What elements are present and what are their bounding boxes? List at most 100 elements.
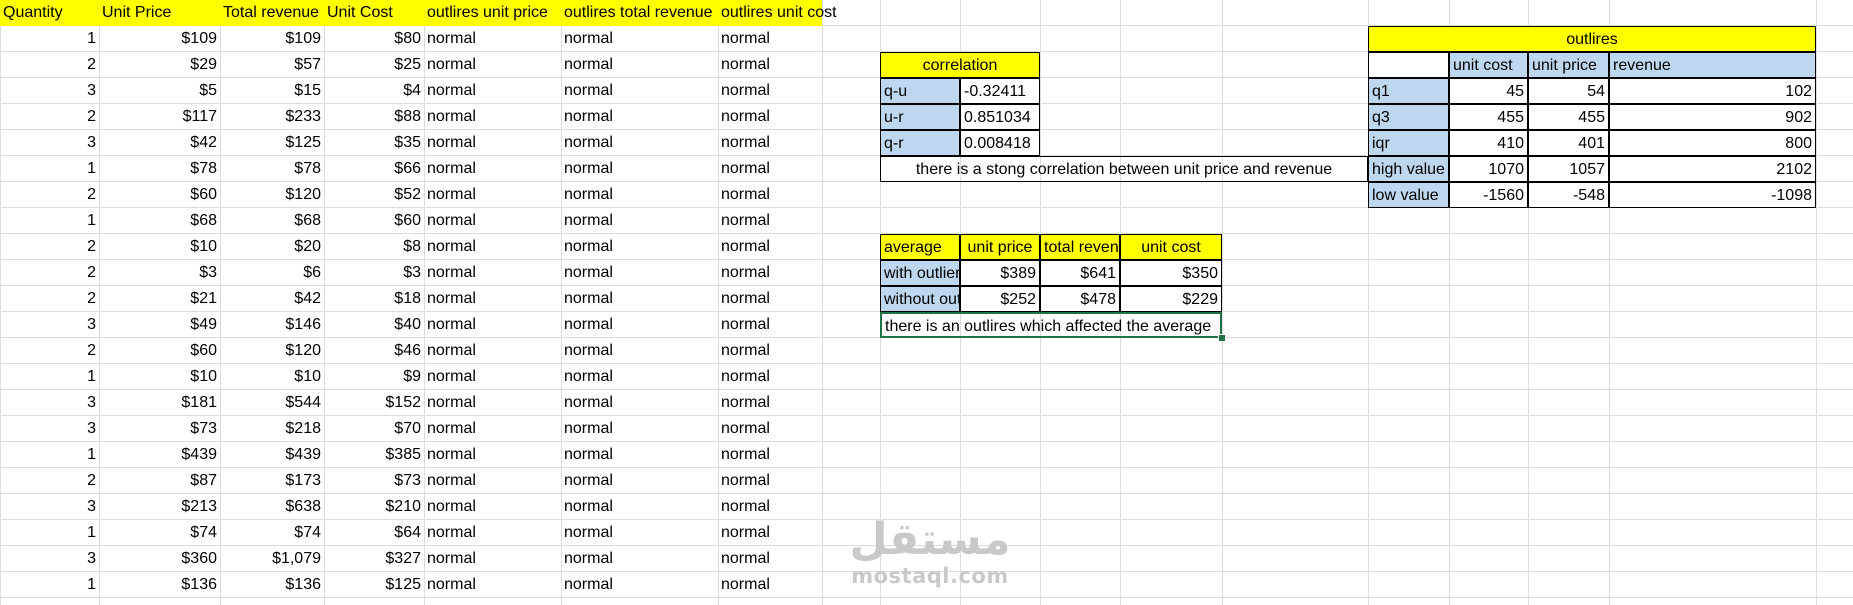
table-cell[interactable]: $18 <box>324 286 424 312</box>
table-cell[interactable]: $20 <box>220 234 324 260</box>
table-cell[interactable]: normal <box>424 442 561 468</box>
column-header[interactable]: outlires total revenue <box>561 0 718 26</box>
table-cell[interactable]: $73 <box>324 468 424 494</box>
table-cell[interactable]: $57 <box>220 52 324 78</box>
table-cell[interactable]: $80 <box>324 26 424 52</box>
correlation-value[interactable]: 0.008418 <box>960 130 1040 156</box>
table-cell[interactable]: normal <box>424 468 561 494</box>
table-cell[interactable]: $35 <box>324 130 424 156</box>
table-cell[interactable]: 3 <box>0 494 99 520</box>
table-cell[interactable]: normal <box>718 52 822 78</box>
table-cell[interactable]: $52 <box>324 182 424 208</box>
table-cell[interactable]: 1 <box>0 156 99 182</box>
outliers-column-header[interactable]: revenue <box>1609 52 1816 78</box>
table-cell[interactable]: normal <box>718 546 822 572</box>
table-cell[interactable]: normal <box>561 312 718 338</box>
correlation-value[interactable]: -0.32411 <box>960 78 1040 104</box>
correlation-title[interactable]: correlation <box>880 52 1040 78</box>
table-cell[interactable]: $60 <box>99 182 220 208</box>
outliers-value[interactable]: 800 <box>1609 130 1816 156</box>
table-cell[interactable]: normal <box>561 52 718 78</box>
table-cell[interactable]: 3 <box>0 416 99 442</box>
outliers-value[interactable]: 410 <box>1449 130 1528 156</box>
table-cell[interactable]: 2 <box>0 182 99 208</box>
table-cell[interactable]: $109 <box>220 26 324 52</box>
table-cell[interactable]: $10 <box>99 234 220 260</box>
table-cell[interactable]: $3 <box>99 260 220 286</box>
table-cell[interactable]: $109 <box>99 26 220 52</box>
table-cell[interactable]: $21 <box>99 286 220 312</box>
table-cell[interactable]: $10 <box>220 364 324 390</box>
table-cell[interactable]: normal <box>561 494 718 520</box>
table-cell[interactable]: normal <box>718 208 822 234</box>
table-cell[interactable]: normal <box>561 546 718 572</box>
average-value[interactable]: $229 <box>1120 286 1222 312</box>
table-cell[interactable]: normal <box>424 104 561 130</box>
table-cell[interactable]: 2 <box>0 286 99 312</box>
average-value[interactable]: $252 <box>960 286 1040 312</box>
table-cell[interactable]: normal <box>561 260 718 286</box>
table-cell[interactable]: $73 <box>99 416 220 442</box>
outliers-column-header[interactable]: unit price <box>1528 52 1609 78</box>
table-cell[interactable]: normal <box>424 130 561 156</box>
outliers-value[interactable]: 1070 <box>1449 156 1528 182</box>
table-cell[interactable]: 2 <box>0 468 99 494</box>
table-cell[interactable]: normal <box>424 182 561 208</box>
table-cell[interactable]: normal <box>561 104 718 130</box>
table-cell[interactable]: normal <box>424 52 561 78</box>
outliers-value[interactable]: 455 <box>1528 104 1609 130</box>
table-cell[interactable]: normal <box>561 234 718 260</box>
table-cell[interactable]: normal <box>718 182 822 208</box>
outliers-value[interactable]: -548 <box>1528 182 1609 208</box>
average-label[interactable]: without outliers <box>880 286 960 312</box>
table-cell[interactable]: 1 <box>0 520 99 546</box>
outliers-value[interactable]: -1560 <box>1449 182 1528 208</box>
table-cell[interactable]: 1 <box>0 442 99 468</box>
outliers-value[interactable]: 902 <box>1609 104 1816 130</box>
table-cell[interactable]: $68 <box>220 208 324 234</box>
table-cell[interactable]: $6 <box>220 260 324 286</box>
table-cell[interactable]: $4 <box>324 78 424 104</box>
outliers-value[interactable]: 2102 <box>1609 156 1816 182</box>
table-cell[interactable]: normal <box>424 26 561 52</box>
outliers-value[interactable]: 1057 <box>1528 156 1609 182</box>
outliers-value[interactable]: 401 <box>1528 130 1609 156</box>
table-cell[interactable]: 3 <box>0 390 99 416</box>
table-cell[interactable]: $136 <box>220 572 324 598</box>
table-cell[interactable]: $120 <box>220 182 324 208</box>
table-cell[interactable]: $5 <box>99 78 220 104</box>
table-cell[interactable]: normal <box>424 156 561 182</box>
table-cell[interactable]: $78 <box>99 156 220 182</box>
table-cell[interactable]: normal <box>424 78 561 104</box>
table-cell[interactable]: $64 <box>324 520 424 546</box>
table-cell[interactable]: 1 <box>0 208 99 234</box>
table-cell[interactable]: $136 <box>99 572 220 598</box>
table-cell[interactable]: normal <box>561 572 718 598</box>
table-cell[interactable]: normal <box>561 26 718 52</box>
column-header[interactable]: outlires unit price <box>424 0 561 26</box>
outliers-row-label[interactable]: low value <box>1368 182 1449 208</box>
table-cell[interactable]: 2 <box>0 338 99 364</box>
table-cell[interactable]: $439 <box>99 442 220 468</box>
table-cell[interactable]: $120 <box>220 338 324 364</box>
table-cell[interactable]: normal <box>718 494 822 520</box>
table-cell[interactable]: $439 <box>220 442 324 468</box>
average-note[interactable]: there is an outlires which affected the … <box>880 312 1222 338</box>
table-cell[interactable]: normal <box>718 260 822 286</box>
table-cell[interactable]: normal <box>718 234 822 260</box>
table-cell[interactable]: normal <box>424 208 561 234</box>
table-cell[interactable]: 2 <box>0 260 99 286</box>
table-cell[interactable]: $125 <box>324 572 424 598</box>
table-cell[interactable]: 1 <box>0 26 99 52</box>
table-cell[interactable]: $152 <box>324 390 424 416</box>
table-cell[interactable]: $60 <box>324 208 424 234</box>
table-cell[interactable]: $74 <box>220 520 324 546</box>
table-cell[interactable]: normal <box>424 572 561 598</box>
table-cell[interactable]: $49 <box>99 312 220 338</box>
table-cell[interactable]: normal <box>718 442 822 468</box>
outliers-value[interactable]: 455 <box>1449 104 1528 130</box>
outliers-value[interactable]: -1098 <box>1609 182 1816 208</box>
table-cell[interactable]: normal <box>718 468 822 494</box>
table-cell[interactable]: normal <box>561 468 718 494</box>
table-cell[interactable]: normal <box>718 286 822 312</box>
